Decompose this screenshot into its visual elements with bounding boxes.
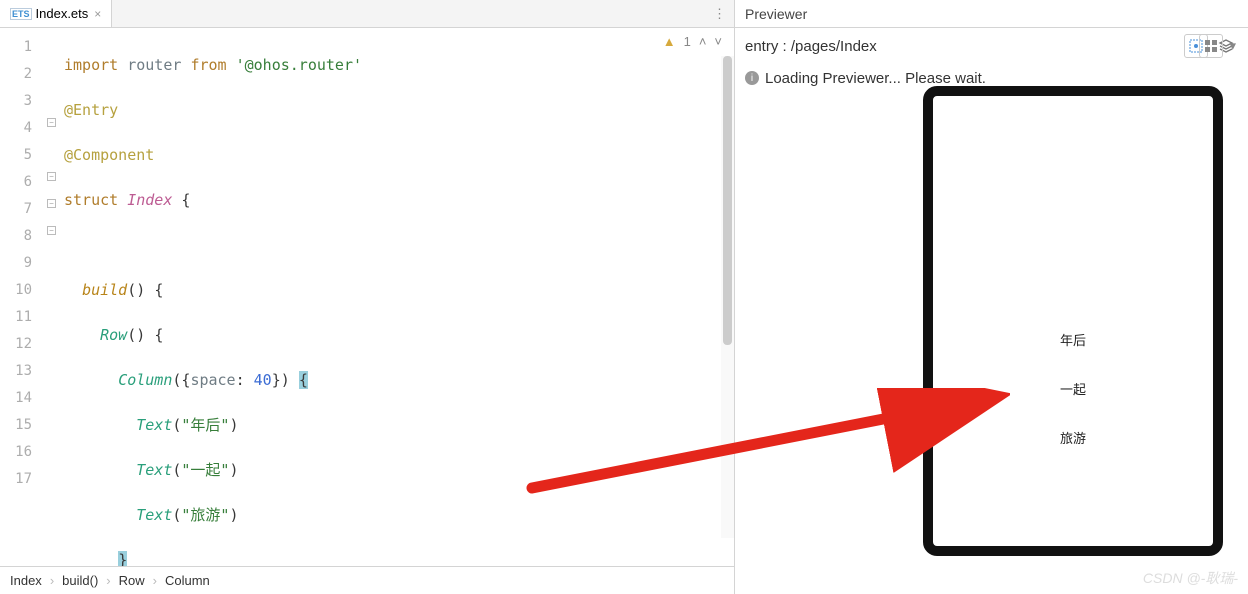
line-number-gutter: 1 2 3 4 5 6 7 8 9 10 11 12 13 14 15 16 1…: [0, 28, 46, 566]
chevron-down-icon[interactable]: ˅: [714, 34, 722, 49]
preview-text: 旅游: [1060, 428, 1086, 447]
line-number: 3: [0, 88, 46, 115]
line-number: 1: [0, 34, 46, 61]
line-number: 13: [0, 358, 46, 385]
code-area[interactable]: ▲ 1 ˄ ˅ 1 2 3 4 5 6 7 8 9 10 11 12 13 14: [0, 28, 734, 566]
info-icon: i: [745, 71, 759, 85]
previewer-status-text: Loading Previewer... Please wait.: [765, 70, 986, 87]
editor-pane: ETS Index.ets × ⋮ ▲ 1 ˄ ˅ 1 2 3 4 5 6 7: [0, 0, 735, 594]
line-number: 11: [0, 304, 46, 331]
device-content: 年后 一起 旅游: [933, 330, 1213, 447]
device-preview-frame: 年后 一起 旅游: [923, 86, 1223, 556]
fold-marker[interactable]: −: [47, 118, 56, 127]
warning-icon: ▲: [663, 34, 676, 49]
line-number: 4: [0, 115, 46, 142]
previewer-pane: Previewer entry : /pages/Index ▾ i Loadi…: [735, 0, 1248, 594]
breadcrumb-item[interactable]: build(): [62, 573, 98, 588]
breadcrumb-item[interactable]: Row: [119, 573, 145, 588]
tabs-overflow-icon[interactable]: ⋮: [705, 0, 734, 27]
tab-label: Index.ets: [36, 6, 89, 21]
line-number: 16: [0, 439, 46, 466]
ets-file-icon: ETS: [10, 8, 32, 20]
chevron-right-icon: ›: [50, 573, 54, 588]
line-number: 12: [0, 331, 46, 358]
line-number: 5: [0, 142, 46, 169]
chevron-right-icon: ›: [106, 573, 110, 588]
line-number: 14: [0, 385, 46, 412]
previewer-entry-path: entry : /pages/Index: [745, 38, 877, 55]
line-number: 15: [0, 412, 46, 439]
chevron-up-icon[interactable]: ˄: [699, 34, 707, 49]
line-number: 6: [0, 169, 46, 196]
warning-count: 1: [684, 34, 691, 49]
fold-marker[interactable]: −: [47, 199, 56, 208]
breadcrumb[interactable]: Index › build() › Row › Column: [0, 566, 734, 594]
chevron-right-icon: ›: [153, 573, 157, 588]
line-number: 7: [0, 196, 46, 223]
fold-marker[interactable]: −: [47, 226, 56, 235]
previewer-title: Previewer: [735, 0, 1248, 28]
line-number: 8: [0, 223, 46, 250]
editor-tabs: ETS Index.ets × ⋮: [0, 0, 734, 28]
preview-text: 年后: [1060, 330, 1086, 349]
preview-text: 一起: [1060, 379, 1086, 398]
fold-marker[interactable]: −: [47, 172, 56, 181]
previewer-toolbar: entry : /pages/Index: [735, 28, 1248, 64]
line-number: 10: [0, 277, 46, 304]
editor-inspection-widget[interactable]: ▲ 1 ˄ ˅: [659, 34, 726, 49]
code-text[interactable]: import router from '@ohos.router' @Entry…: [64, 28, 734, 566]
breadcrumb-item[interactable]: Index: [10, 573, 42, 588]
line-number: 2: [0, 61, 46, 88]
breadcrumb-item[interactable]: Column: [165, 573, 210, 588]
fold-gutter: − − − −: [46, 28, 64, 566]
close-icon[interactable]: ×: [94, 7, 101, 21]
line-number: 9: [0, 250, 46, 277]
dropdown-icon[interactable]: ▾: [1229, 38, 1236, 54]
watermark: CSDN @-耿瑞-: [1143, 568, 1238, 588]
line-number: 17: [0, 466, 46, 493]
grid-icon[interactable]: [1199, 34, 1223, 58]
tab-index-ets[interactable]: ETS Index.ets ×: [0, 0, 112, 27]
